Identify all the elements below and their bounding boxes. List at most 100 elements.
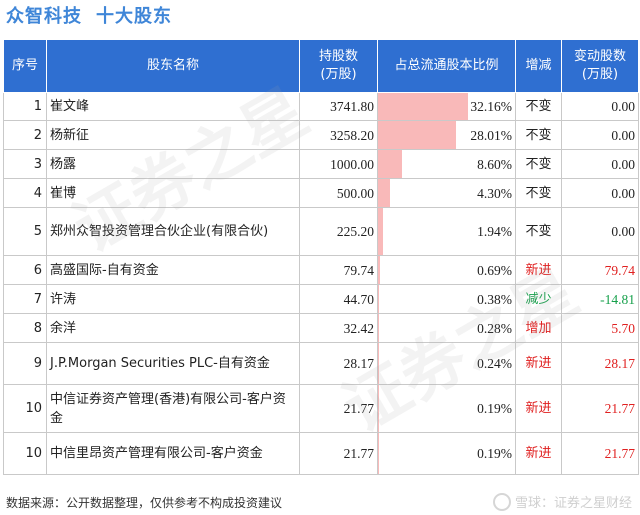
table-row: 3 杨露 1000.00 8.60% 不变 0.00: [3, 149, 639, 179]
company-title: 众智科技: [6, 6, 82, 27]
shareholder-name: 许涛: [46, 284, 300, 314]
change-amount: -14.81: [561, 284, 639, 314]
percent-value: 1.94%: [477, 224, 512, 239]
table-row: 10 中信里昂资产管理有限公司-客户资金 21.77 0.19% 新进 21.77: [3, 432, 639, 475]
change-type: 不变: [515, 149, 562, 179]
percent-cell: 0.19%: [377, 432, 516, 475]
table-row: 5 郑州众智投资管理合伙企业(有限合伙) 225.20 1.94% 不变 0.00: [3, 207, 639, 256]
row-index: 2: [3, 120, 47, 150]
change-type: 增加: [515, 313, 562, 343]
percent-value: 0.69%: [477, 262, 512, 278]
table-row: 9 J.P.Morgan Securities PLC-自有资金 28.17 0.24…: [3, 342, 639, 385]
col-change: 变动股数 (万股): [561, 39, 639, 93]
row-index: 10: [3, 384, 47, 433]
page-title: 众智科技 十大股东: [6, 2, 172, 28]
col-change-line2: (万股): [581, 67, 619, 82]
change-type: 不变: [515, 178, 562, 208]
shareholder-name: 余洋: [46, 313, 300, 343]
percent-cell: 28.01%: [377, 120, 516, 150]
change-amount: 5.70: [561, 313, 639, 343]
percent-value: 28.01%: [470, 127, 512, 143]
percent-cell: 0.24%: [377, 342, 516, 385]
percent-cell: 32.16%: [377, 92, 516, 121]
change-type: 不变: [515, 92, 562, 121]
change-amount: 79.74: [561, 255, 639, 285]
table-row: 7 许涛 44.70 0.38% 减少 -14.81: [3, 284, 639, 314]
change-amount: 0.00: [561, 149, 639, 179]
percent-cell: 4.30%: [377, 178, 516, 208]
table-row: 6 高盛国际-自有资金 79.74 0.69% 新进 79.74: [3, 255, 639, 285]
percent-value: 0.28%: [477, 320, 512, 336]
percent-cell: 0.69%: [377, 255, 516, 285]
shareholder-name: 郑州众智投资管理合伙企业(有限合伙): [46, 207, 300, 256]
shareholders-table: 序号 股东名称 持股数 (万股) 占总流通股本比例 增减 变动股数 (万股) 1…: [3, 39, 639, 475]
shareholder-name: J.P.Morgan Securities PLC-自有资金: [46, 342, 300, 385]
row-index: 8: [3, 313, 47, 343]
row-index: 1: [3, 92, 47, 121]
percent-value: 4.30%: [477, 185, 512, 201]
row-index: 5: [3, 207, 47, 256]
row-index: 3: [3, 149, 47, 179]
table-header-row: 序号 股东名称 持股数 (万股) 占总流通股本比例 增减 变动股数 (万股): [3, 39, 639, 93]
section-title: 十大股东: [96, 6, 172, 27]
percent-cell: 0.19%: [377, 384, 516, 433]
percent-value: 0.19%: [477, 401, 512, 416]
change-amount: 28.17: [561, 342, 639, 385]
change-amount: 0.00: [561, 207, 639, 256]
change-type: 减少: [515, 284, 562, 314]
col-shares-line1: 持股数: [318, 49, 358, 64]
brand-mark: 雪球：证券之星财经: [492, 492, 632, 511]
row-index: 6: [3, 255, 47, 285]
shares-held: 21.77: [299, 432, 378, 475]
change-amount: 0.00: [561, 92, 639, 121]
table-row: 1 崔文峰 3741.80 32.16% 不变 0.00: [3, 92, 639, 121]
table-row: 10 中信证券资产管理(香港)有限公司-客户资金 21.77 0.19% 新进 21.77: [3, 384, 639, 433]
col-change-type: 增减: [515, 39, 562, 93]
shareholder-name: 崔文峰: [46, 92, 300, 121]
shares-held: 44.70: [299, 284, 378, 314]
col-change-line1: 变动股数: [573, 49, 626, 64]
change-amount: 0.00: [561, 120, 639, 150]
change-type: 不变: [515, 207, 562, 256]
shareholder-name: 杨露: [46, 149, 300, 179]
brand-text: 雪球：证券之星财经: [514, 496, 632, 511]
shareholder-name: 中信里昂资产管理有限公司-客户资金: [46, 432, 300, 475]
percent-cell: 0.38%: [377, 284, 516, 314]
percent-cell: 0.28%: [377, 313, 516, 343]
col-shares: 持股数 (万股): [299, 39, 378, 93]
shares-held: 500.00: [299, 178, 378, 208]
change-type: 新进: [515, 384, 562, 433]
shares-held: 32.42: [299, 313, 378, 343]
percent-cell: 8.60%: [377, 149, 516, 179]
percent-value: 0.38%: [477, 291, 512, 307]
row-index: 4: [3, 178, 47, 208]
row-index: 7: [3, 284, 47, 314]
shares-held: 225.20: [299, 207, 378, 256]
shareholder-name: 杨新征: [46, 120, 300, 150]
change-type: 不变: [515, 120, 562, 150]
percent-value: 0.19%: [477, 446, 512, 461]
table-row: 4 崔博 500.00 4.30% 不变 0.00: [3, 178, 639, 208]
shares-held: 79.74: [299, 255, 378, 285]
table-row: 8 余洋 32.42 0.28% 增加 5.70: [3, 313, 639, 343]
shares-held: 21.77: [299, 384, 378, 433]
shares-held: 1000.00: [299, 149, 378, 179]
shares-held: 3258.20: [299, 120, 378, 150]
shares-held: 28.17: [299, 342, 378, 385]
change-type: 新进: [515, 432, 562, 475]
data-source-note: 数据来源：公开数据整理，仅供参考不构成投资建议: [6, 496, 283, 510]
col-percent: 占总流通股本比例: [377, 39, 516, 93]
shareholder-name: 中信证券资产管理(香港)有限公司-客户资金: [46, 384, 300, 433]
percent-value: 8.60%: [477, 156, 512, 172]
shareholder-name: 崔博: [46, 178, 300, 208]
percent-value: 32.16%: [470, 99, 512, 114]
row-index: 9: [3, 342, 47, 385]
shareholder-name: 高盛国际-自有资金: [46, 255, 300, 285]
change-amount: 21.77: [561, 384, 639, 433]
percent-value: 0.24%: [477, 356, 512, 371]
row-index: 10: [3, 432, 47, 475]
snowball-logo-icon: [492, 492, 511, 511]
change-amount: 21.77: [561, 432, 639, 475]
change-amount: 0.00: [561, 178, 639, 208]
col-index: 序号: [3, 39, 47, 93]
